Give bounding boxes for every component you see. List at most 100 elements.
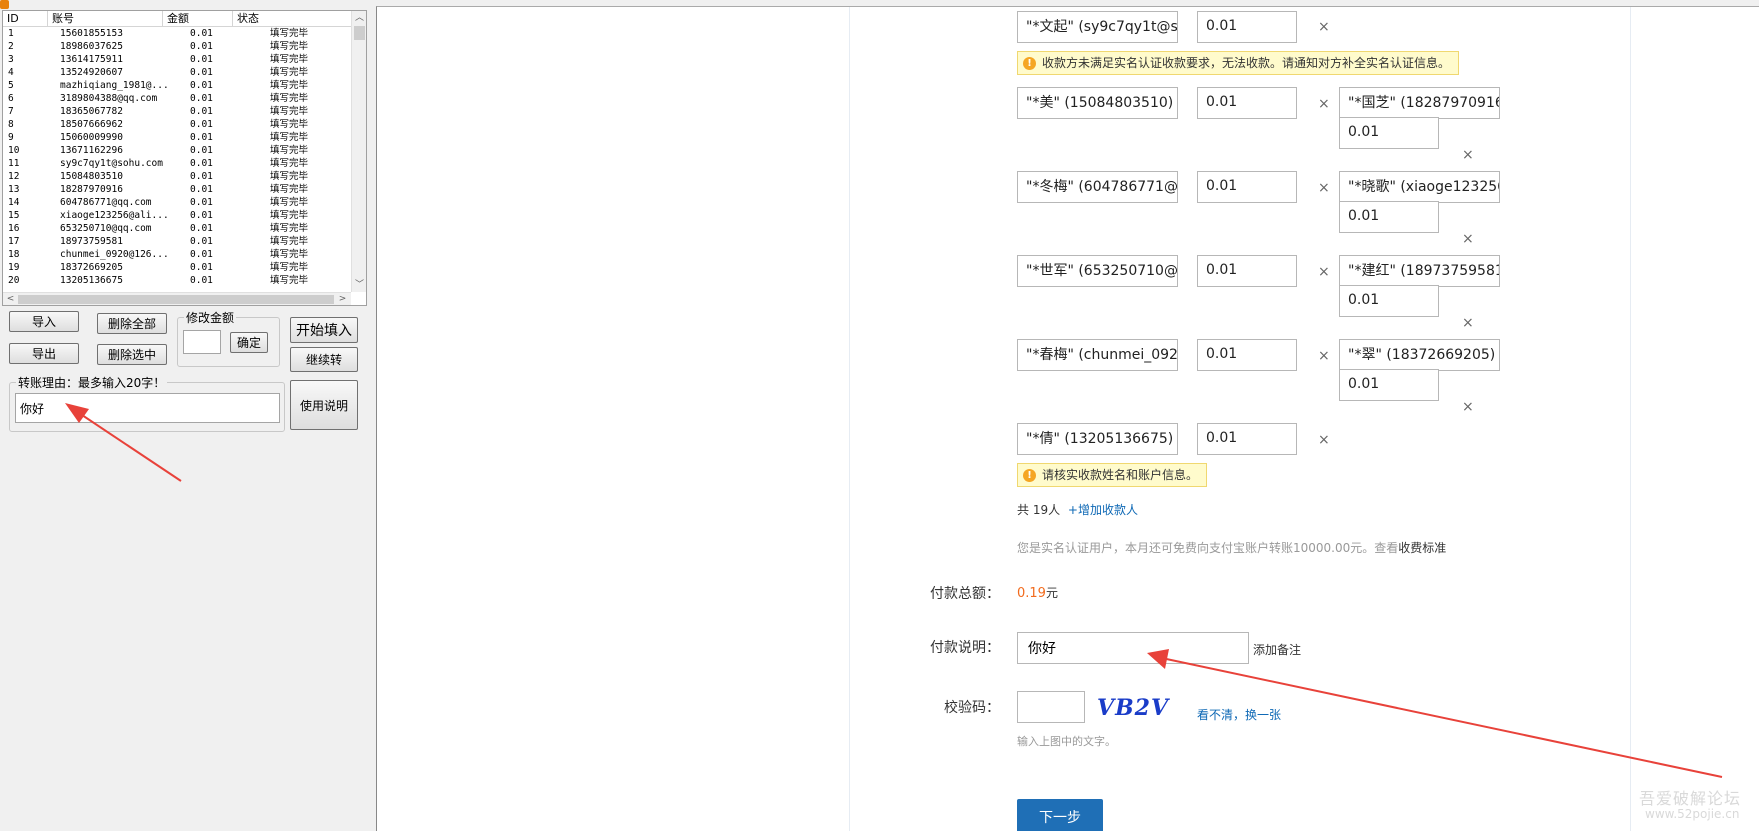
- row-account: 18507666962: [60, 119, 123, 130]
- list-item[interactable]: 2 18986037625 0.01 填写完毕: [3, 40, 351, 53]
- list-item[interactable]: 4 13524920607 0.01 填写完毕: [3, 66, 351, 79]
- fee-standard-link[interactable]: 收费标准: [1398, 541, 1446, 555]
- scroll-thumb[interactable]: [354, 26, 365, 40]
- amount-input-6[interactable]: 0.01: [1197, 255, 1297, 287]
- payee-input-4[interactable]: "*冬梅" (604786771@qq.com): [1017, 171, 1178, 203]
- list-item[interactable]: 13 18287970916 0.01 填写完毕: [3, 183, 351, 196]
- list-item[interactable]: 20 13205136675 0.01 填写完毕: [3, 274, 351, 287]
- scroll-up-icon[interactable]: ︿: [353, 12, 366, 24]
- list-item[interactable]: 9 15060009990 0.01 填写完毕: [3, 131, 351, 144]
- list-item[interactable]: 14 604786771@qq.com 0.01 填写完毕: [3, 196, 351, 209]
- row-amount: 0.01: [190, 158, 213, 169]
- row-status: 填写完毕: [270, 119, 309, 130]
- delete-all-button[interactable]: 删除全部: [97, 313, 167, 334]
- row-amount: 0.01: [190, 145, 213, 156]
- row-status: 填写完毕: [270, 54, 309, 65]
- scroll-thumb-h[interactable]: [18, 295, 334, 304]
- payee-input-1[interactable]: "*文起" (sy9c7qy1t@sohu.com): [1017, 11, 1178, 43]
- list-item[interactable]: 6 3189804388@qq.com 0.01 填写完毕: [3, 92, 351, 105]
- captcha-hint: 输入上图中的文字。: [1017, 735, 1116, 748]
- row-id: 15: [8, 210, 20, 221]
- row-amount: 0.01: [190, 106, 213, 117]
- remove-payee-icon[interactable]: ×: [1318, 20, 1330, 34]
- captcha-input[interactable]: [1017, 691, 1085, 723]
- desc-label: 付款说明：: [930, 640, 1000, 656]
- col-header-status[interactable]: 状态: [233, 11, 351, 26]
- list-item[interactable]: 11 sy9c7qy1t@sohu.com 0.01 填写完毕: [3, 157, 351, 170]
- horizontal-scrollbar[interactable]: < >: [3, 292, 351, 305]
- col-header-amount[interactable]: 金额: [163, 11, 233, 26]
- row-status: 填写完毕: [270, 262, 309, 273]
- amount-input-7[interactable]: 0.01: [1339, 285, 1439, 317]
- payee-input-3[interactable]: "*国芝" (18287970916): [1339, 87, 1500, 119]
- row-id: 12: [8, 171, 20, 182]
- next-step-button[interactable]: 下一步: [1017, 799, 1103, 831]
- export-button[interactable]: 导出: [9, 343, 79, 364]
- row-status: 填写完毕: [270, 106, 309, 117]
- remove-payee-icon[interactable]: ×: [1318, 349, 1330, 363]
- remove-payee-icon[interactable]: ×: [1318, 181, 1330, 195]
- payee-input-7[interactable]: "*建红" (18973759581): [1339, 255, 1500, 287]
- account-list[interactable]: ID 账号 金额 状态 1 15601855153 0.01 填写完毕 2 1898603…: [2, 10, 367, 306]
- list-item[interactable]: 7 18365067782 0.01 填写完毕: [3, 105, 351, 118]
- row-account: 18365067782: [60, 106, 123, 117]
- payee-input-2[interactable]: "*美" (15084803510): [1017, 87, 1178, 119]
- list-item[interactable]: 12 15084803510 0.01 填写完毕: [3, 170, 351, 183]
- delete-selected-button[interactable]: 删除选中: [97, 344, 167, 365]
- scroll-left-icon[interactable]: <: [4, 293, 17, 305]
- list-item[interactable]: 1 15601855153 0.01 填写完毕: [3, 27, 351, 40]
- instructions-button[interactable]: 使用说明: [290, 380, 358, 430]
- row-status: 填写完毕: [270, 249, 309, 260]
- tool-titlebar: [0, 0, 370, 9]
- amount-input-10[interactable]: 0.01: [1197, 423, 1297, 455]
- list-item[interactable]: 18 chunmei_0920@126... 0.01 填写完毕: [3, 248, 351, 261]
- remove-payee-icon[interactable]: ×: [1318, 97, 1330, 111]
- list-item[interactable]: 5 mazhiqiang_1981@... 0.01 填写完毕: [3, 79, 351, 92]
- remove-payee-icon[interactable]: ×: [1462, 148, 1474, 162]
- modify-amount-input[interactable]: [183, 330, 221, 354]
- add-payee-link[interactable]: +增加收款人: [1068, 503, 1138, 517]
- row-id: 6: [8, 93, 14, 104]
- start-fill-button[interactable]: 开始填入: [290, 317, 358, 343]
- payee-input-9[interactable]: "*翠" (18372669205): [1339, 339, 1500, 371]
- scroll-right-icon[interactable]: >: [336, 293, 349, 305]
- row-status: 填写完毕: [270, 145, 309, 156]
- row-account: 13524920607: [60, 67, 123, 78]
- col-header-account[interactable]: 账号: [48, 11, 163, 26]
- list-item[interactable]: 17 18973759581 0.01 填写完毕: [3, 235, 351, 248]
- payee-input-8[interactable]: "*春梅" (chunmei_0920@126.com): [1017, 339, 1178, 371]
- payee-input-6[interactable]: "*世军" (653250710@qq.com): [1017, 255, 1178, 287]
- amount-input-9[interactable]: 0.01: [1339, 369, 1439, 401]
- scroll-down-icon[interactable]: ﹀: [353, 279, 366, 291]
- list-item[interactable]: 10 13671162296 0.01 填写完毕: [3, 144, 351, 157]
- remove-payee-icon[interactable]: ×: [1462, 232, 1474, 246]
- col-header-id[interactable]: ID: [3, 11, 48, 26]
- payee-input-10[interactable]: "*倩" (13205136675): [1017, 423, 1178, 455]
- row-status: 填写完毕: [270, 275, 309, 286]
- row-account: 15601855153: [60, 28, 123, 39]
- row-id: 18: [8, 249, 20, 260]
- remove-payee-icon[interactable]: ×: [1318, 433, 1330, 447]
- list-item[interactable]: 19 18372669205 0.01 填写完毕: [3, 261, 351, 274]
- amount-input-4[interactable]: 0.01: [1197, 171, 1297, 203]
- payee-input-5[interactable]: "*晓歌" (xiaoge123256@aliyun.com): [1339, 171, 1500, 203]
- list-item[interactable]: 3 13614175911 0.01 填写完毕: [3, 53, 351, 66]
- list-item[interactable]: 16 653250710@qq.com 0.01 填写完毕: [3, 222, 351, 235]
- remove-payee-icon[interactable]: ×: [1318, 265, 1330, 279]
- amount-input-2[interactable]: 0.01: [1197, 87, 1297, 119]
- amount-input-3[interactable]: 0.01: [1339, 117, 1439, 149]
- row-amount: 0.01: [190, 132, 213, 143]
- amount-input-8[interactable]: 0.01: [1197, 339, 1297, 371]
- total-unit: 元: [1045, 586, 1058, 600]
- remove-payee-icon[interactable]: ×: [1462, 316, 1474, 330]
- confirm-amount-button[interactable]: 确定: [230, 332, 268, 353]
- list-item[interactable]: 8 18507666962 0.01 填写完毕: [3, 118, 351, 131]
- amount-input-1[interactable]: 0.01: [1197, 11, 1297, 43]
- vertical-scrollbar[interactable]: ︿ ﹀: [351, 11, 366, 292]
- remove-payee-icon[interactable]: ×: [1462, 400, 1474, 414]
- warning-realname: ! 收款方未满足实名认证收款要求，无法收款。请通知对方补全实名认证信息。: [1017, 51, 1460, 75]
- list-item[interactable]: 15 xiaoge123256@ali... 0.01 填写完毕: [3, 209, 351, 222]
- import-button[interactable]: 导入: [9, 311, 79, 332]
- continue-button[interactable]: 继续转: [290, 347, 358, 372]
- amount-input-5[interactable]: 0.01: [1339, 201, 1439, 233]
